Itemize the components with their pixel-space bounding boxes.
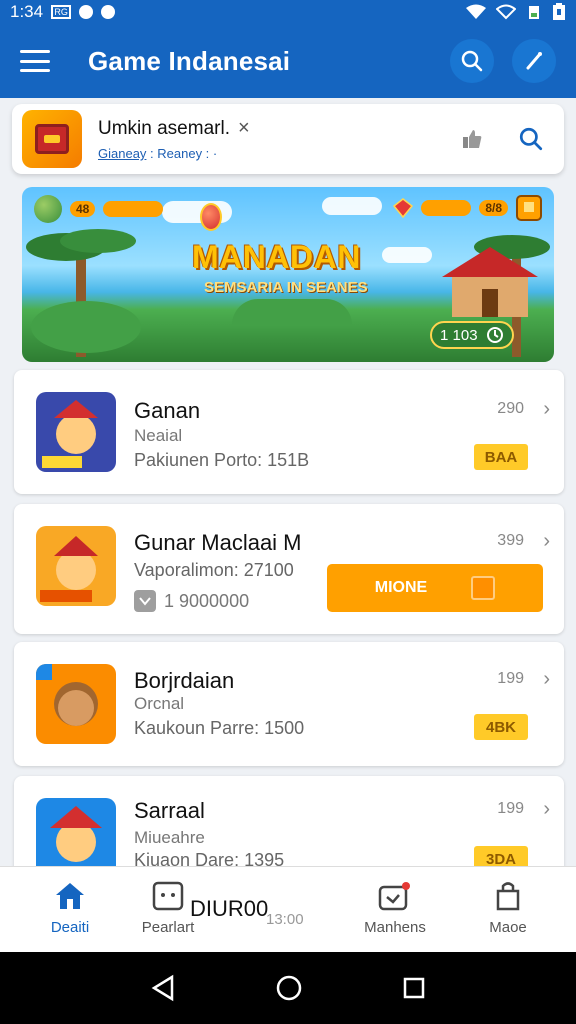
overlay-number: 13:00 <box>266 911 304 928</box>
trophy-icon <box>516 195 542 221</box>
game-name: Sarraal <box>134 798 205 823</box>
hud-bar <box>103 201 164 217</box>
search-button[interactable] <box>450 39 494 83</box>
hud-coins: 8/8 <box>479 200 508 216</box>
level-badge-value: 1 103 <box>440 326 478 344</box>
status-bar: 1:34 RG <box>0 0 576 24</box>
status-time: 1:34 <box>10 2 44 21</box>
back-icon[interactable] <box>150 974 176 1002</box>
chevron-right-icon[interactable]: › <box>543 398 550 421</box>
game-icon <box>36 392 116 472</box>
controller-icon <box>152 881 184 911</box>
home-circle-icon[interactable] <box>275 974 303 1002</box>
featured-app-meta: : Reaney : · <box>146 146 218 161</box>
list-item[interactable]: Ganan Neaial Pakiunen Porto: 151B 290 › … <box>14 370 564 494</box>
wifi-icon <box>466 4 486 19</box>
list-item[interactable]: Borjrdaian Orcnal Kaukoun Parre: 1500 19… <box>14 642 564 766</box>
wifi-outline-icon <box>496 4 516 20</box>
game-downloads: 1 9000000 <box>164 590 250 611</box>
search-icon <box>461 50 483 72</box>
home-icon <box>56 883 84 909</box>
recents-icon[interactable] <box>402 976 426 1000</box>
chevron-right-icon[interactable]: › <box>543 798 550 821</box>
game-icon <box>36 664 116 744</box>
search-icon[interactable] <box>518 126 544 152</box>
island-illustration <box>232 299 352 325</box>
banner-subtitle: SEMSARIA IN SEANES <box>204 279 368 296</box>
grid-icon <box>471 576 496 600</box>
hud-score: 48 <box>70 201 96 217</box>
player-avatar-icon <box>34 195 62 223</box>
edit-button[interactable] <box>512 39 556 83</box>
notification-dot-icon <box>101 5 116 19</box>
banner-title: MANADAN <box>192 239 361 275</box>
nav-label: Deaiti <box>50 919 90 936</box>
gem-icon <box>393 198 414 218</box>
download-icon <box>134 590 156 612</box>
house-illustration <box>442 247 538 317</box>
overlay-text: DIUR00 <box>190 896 269 921</box>
game-count: 199 <box>497 800 524 817</box>
battery-icon <box>553 3 565 20</box>
nav-label: Manhens <box>364 919 426 936</box>
nav-label: Pearlart <box>141 919 195 936</box>
game-count: 290 <box>497 400 524 417</box>
game-name: Borjrdaian <box>134 668 235 693</box>
refresh-icon <box>486 327 503 343</box>
close-icon[interactable]: × <box>238 117 250 140</box>
more-button[interactable]: MIONE <box>327 564 543 612</box>
app-thumbnail <box>22 110 82 168</box>
nav-item-home[interactable]: Deaiti <box>15 881 125 936</box>
game-meta: Kaukoun Parre: 1500 <box>134 718 305 738</box>
chevron-right-icon[interactable]: › <box>543 668 550 691</box>
palm-tree-illustration <box>26 229 141 357</box>
game-action-button[interactable]: 4BK <box>474 714 528 740</box>
pen-icon <box>526 52 542 70</box>
system-nav-bar <box>0 952 576 1024</box>
game-count: 399 <box>497 532 524 549</box>
game-icon <box>36 526 116 606</box>
game-meta: Pakiunen Porto: 151B <box>134 450 310 470</box>
promo-banner[interactable]: 48 8/8 MANADAN SEMSARIA IN SEANES 1 103 <box>22 187 554 362</box>
more-button-label: MIONE <box>374 579 428 596</box>
list-item[interactable]: Gunar Maclaai M Vaporalimon: 27100 1 900… <box>14 504 564 634</box>
game-name: Ganan <box>134 398 201 423</box>
notification-icon: RG <box>51 5 72 19</box>
menu-icon[interactable] <box>20 50 50 72</box>
page-title: Game Indanesai <box>88 45 291 76</box>
balloon-icon <box>200 203 222 231</box>
hud-bar <box>421 200 472 216</box>
game-category: Miueahre <box>134 828 205 847</box>
nav-item-inbox[interactable]: Manhens <box>340 881 450 936</box>
game-name: Gunar Maclaai M <box>134 530 302 555</box>
notification-dot-icon <box>79 5 94 19</box>
bag-icon <box>496 882 520 911</box>
game-category: Orcnal <box>134 694 185 713</box>
thumbs-up-icon[interactable] <box>460 127 484 151</box>
game-meta: Vaporalimon: 27100 <box>134 560 294 580</box>
signal-icon <box>529 6 539 19</box>
level-badge[interactable]: 1 103 <box>430 321 514 349</box>
chevron-right-icon[interactable]: › <box>543 530 550 553</box>
game-count: 199 <box>497 670 524 687</box>
nav-label: Maoe <box>489 919 527 936</box>
app-bar: Game Indanesai <box>0 24 576 98</box>
featured-app-link[interactable]: Gianeay <box>98 146 146 161</box>
featured-app-title: Umkin asemarl. <box>98 117 230 139</box>
nav-item-more[interactable]: Maoe <box>453 881 563 936</box>
game-category: Neaial <box>134 426 183 445</box>
inbox-icon <box>378 882 410 911</box>
game-action-button[interactable]: BAA <box>474 444 528 470</box>
bottom-nav: Deaiti Pearlart Manhens Maoe DIUR00 13:0… <box>0 866 576 952</box>
featured-app-card[interactable]: Umkin asemarl. × Gianeay : Reaney : · <box>12 104 564 174</box>
